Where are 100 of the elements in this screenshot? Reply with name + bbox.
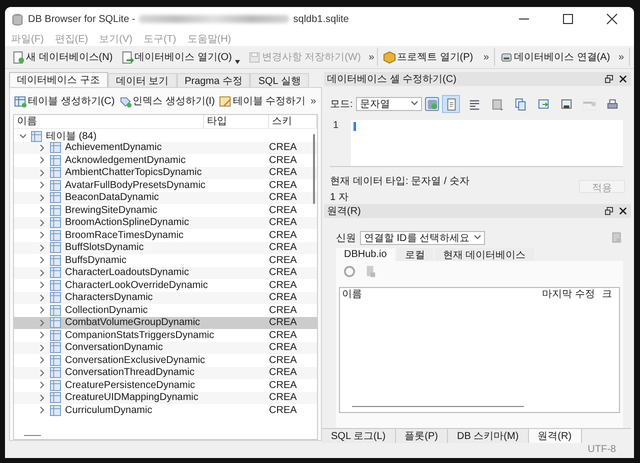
schema-cell-text: CREA [269,192,298,204]
table-icon [50,154,61,166]
tab[interactable]: 원격(R) [528,429,582,443]
lines-icon [468,98,481,110]
table-name: CollectionDynamic [65,304,148,316]
table-icon [50,380,61,391]
tree-row[interactable]: CollectionDynamic CREA [14,304,317,316]
table-name: AcknowledgementDynamic [65,154,186,166]
tab[interactable]: 현재 데이터베이스 [434,248,534,261]
table-name: BroomRaceTimesDynamic [65,230,184,241]
column-header[interactable]: 이름 [14,115,204,128]
table-name: CharactersDynamic [65,292,153,304]
tree-row[interactable]: CurriculumDynamic CREA [14,404,317,416]
chevron-down-icon [474,235,481,240]
tree-row[interactable]: CharacterLookOverrideDynamic CREA [14,279,317,292]
tree-row[interactable]: BrewingSiteDynamic CREA [14,204,317,216]
mode-label: 모드: [330,98,353,110]
toolbar-button[interactable]: 프로젝트 열기(P) [380,49,476,65]
table-name: BeaconDataDynamic [65,192,159,204]
chevron-down-icon [411,101,418,106]
schema-cell-text: CREA [269,167,298,178]
table-name: CreatureUIDMappingDynamic [65,392,198,404]
scrollbar-thumb[interactable] [24,435,41,436]
toolbar-button[interactable]: 새 데이터베이스(N) [9,49,116,65]
table-icon [50,217,61,228]
tree-row[interactable]: CreatureUIDMappingDynamic CREA [14,392,317,404]
scrollbar-thumb[interactable] [313,134,315,204]
tree-row[interactable]: BroomActionSplineDynamic CREA [14,216,317,229]
tree-row[interactable]: AcknowledgementDynamic CREA [14,154,317,166]
save-icon [248,50,261,64]
tab[interactable]: 데이터 보기 [108,73,177,87]
tree-row[interactable]: AvatarFullBodyPresetsDynamic CREA [14,179,317,192]
close-icon[interactable] [619,207,627,215]
toolbar-button[interactable]: 인덱스 생성하기(I) [116,93,217,109]
tab[interactable]: 플롯(P) [396,429,448,443]
tree-row[interactable]: ConversationExclusiveDynamic CREA [14,354,317,366]
tree-row[interactable]: CreaturePersistenceDynamic CREA [14,379,317,392]
schema-cell-text: CREA [269,304,298,316]
scrollbar-thumb[interactable] [352,406,524,407]
copy-icon [514,98,527,110]
tab[interactable]: 데이터베이스 구조 [9,72,108,87]
table-name: CompanionStatsTriggersDynamic [65,330,214,341]
schema-cell-text: CREA [269,354,298,366]
tree-row[interactable]: CombatVolumeGroupDynamic CREA [14,316,317,329]
size-text: 1 자 [330,191,350,204]
schema-cell-text: CREA [269,204,298,216]
tree-row[interactable]: ConversationThreadDynamic CREA [14,366,317,379]
tab[interactable]: DBHub.io [336,248,395,261]
overflow-button[interactable]: » [615,52,627,62]
close-icon[interactable] [619,75,627,83]
window-title: DB Browser for SQLite - [28,14,136,24]
mode-dropdown[interactable]: 문자열 [356,96,422,110]
tab[interactable]: SQL 로그(L) [322,429,396,443]
table-name: 테이블 (84) [46,130,97,142]
table-icon [50,180,61,191]
tree-row[interactable]: BeaconDataDynamic CREA [14,192,317,204]
toolbar-button[interactable]: 데이터베이스 연결(A) [497,49,614,65]
tree-row[interactable]: BuffsDynamic CREA [14,254,317,266]
tree-row[interactable]: BroomRaceTimesDynamic CREA [14,229,317,242]
tree-row[interactable]: 테이블 (84) [14,129,317,142]
table-name: BuffSlotsDynamic [65,242,144,254]
tree-row[interactable]: AmbientChatterTopicsDynamic CREA [14,166,317,179]
tab[interactable]: Pragma 수정 [176,73,250,87]
overflow-button[interactable]: » [308,96,320,106]
column-header[interactable]: 이름 [340,288,540,302]
text-mode-button[interactable] [442,94,460,112]
tab[interactable]: SQL 실행 [250,73,309,87]
table-icon [50,392,61,404]
float-icon[interactable] [605,75,613,83]
text-mode-icon [445,98,458,110]
auto-switch-button[interactable] [425,96,439,110]
column-header[interactable]: 스키 [269,115,317,128]
float-icon[interactable] [605,207,613,215]
toolbar-button[interactable]: 테이블 수정하기 [216,93,308,109]
tree-row[interactable]: ConversationDynamic CREA [14,342,317,354]
toolbar-button[interactable]: 테이블 생성하기(C) [12,93,117,109]
table-icon [50,304,61,316]
column-header[interactable]: 크 [600,288,619,302]
save-icon [491,98,504,110]
tab[interactable]: DB 스키마(M) [448,429,529,443]
switch-icon [426,98,439,110]
overflow-button[interactable]: » [366,52,378,62]
tree-row[interactable]: CharactersDynamic CREA [14,292,317,304]
table-icon [50,230,61,241]
tab[interactable]: 로컬 [396,248,433,261]
column-header[interactable]: 타입 [204,115,269,128]
table-name: ConversationExclusiveDynamic [65,354,206,366]
table-icon [50,142,61,154]
schema-cell-text: CREA [269,267,298,278]
identity-dropdown[interactable]: 연결할 ID를 선택하세요 [360,230,485,244]
tree-row[interactable]: CharacterLoadoutsDynamic CREA [14,266,317,279]
overflow-button[interactable]: » [480,52,492,62]
table-name: AmbientChatterTopicsDynamic [65,167,202,178]
tree-row[interactable]: CompanionStatsTriggersDynamic CREA [14,329,317,342]
column-header[interactable]: 마지막 수정 [540,288,600,302]
tree-row[interactable]: AchievementDynamic CREA [14,142,317,154]
table-icon [50,330,61,341]
tree-row[interactable]: BuffSlotsDynamic CREA [14,242,317,254]
toolbar-button[interactable]: 데이터베이스 열기(O) [118,49,243,65]
table-icon [14,94,27,108]
